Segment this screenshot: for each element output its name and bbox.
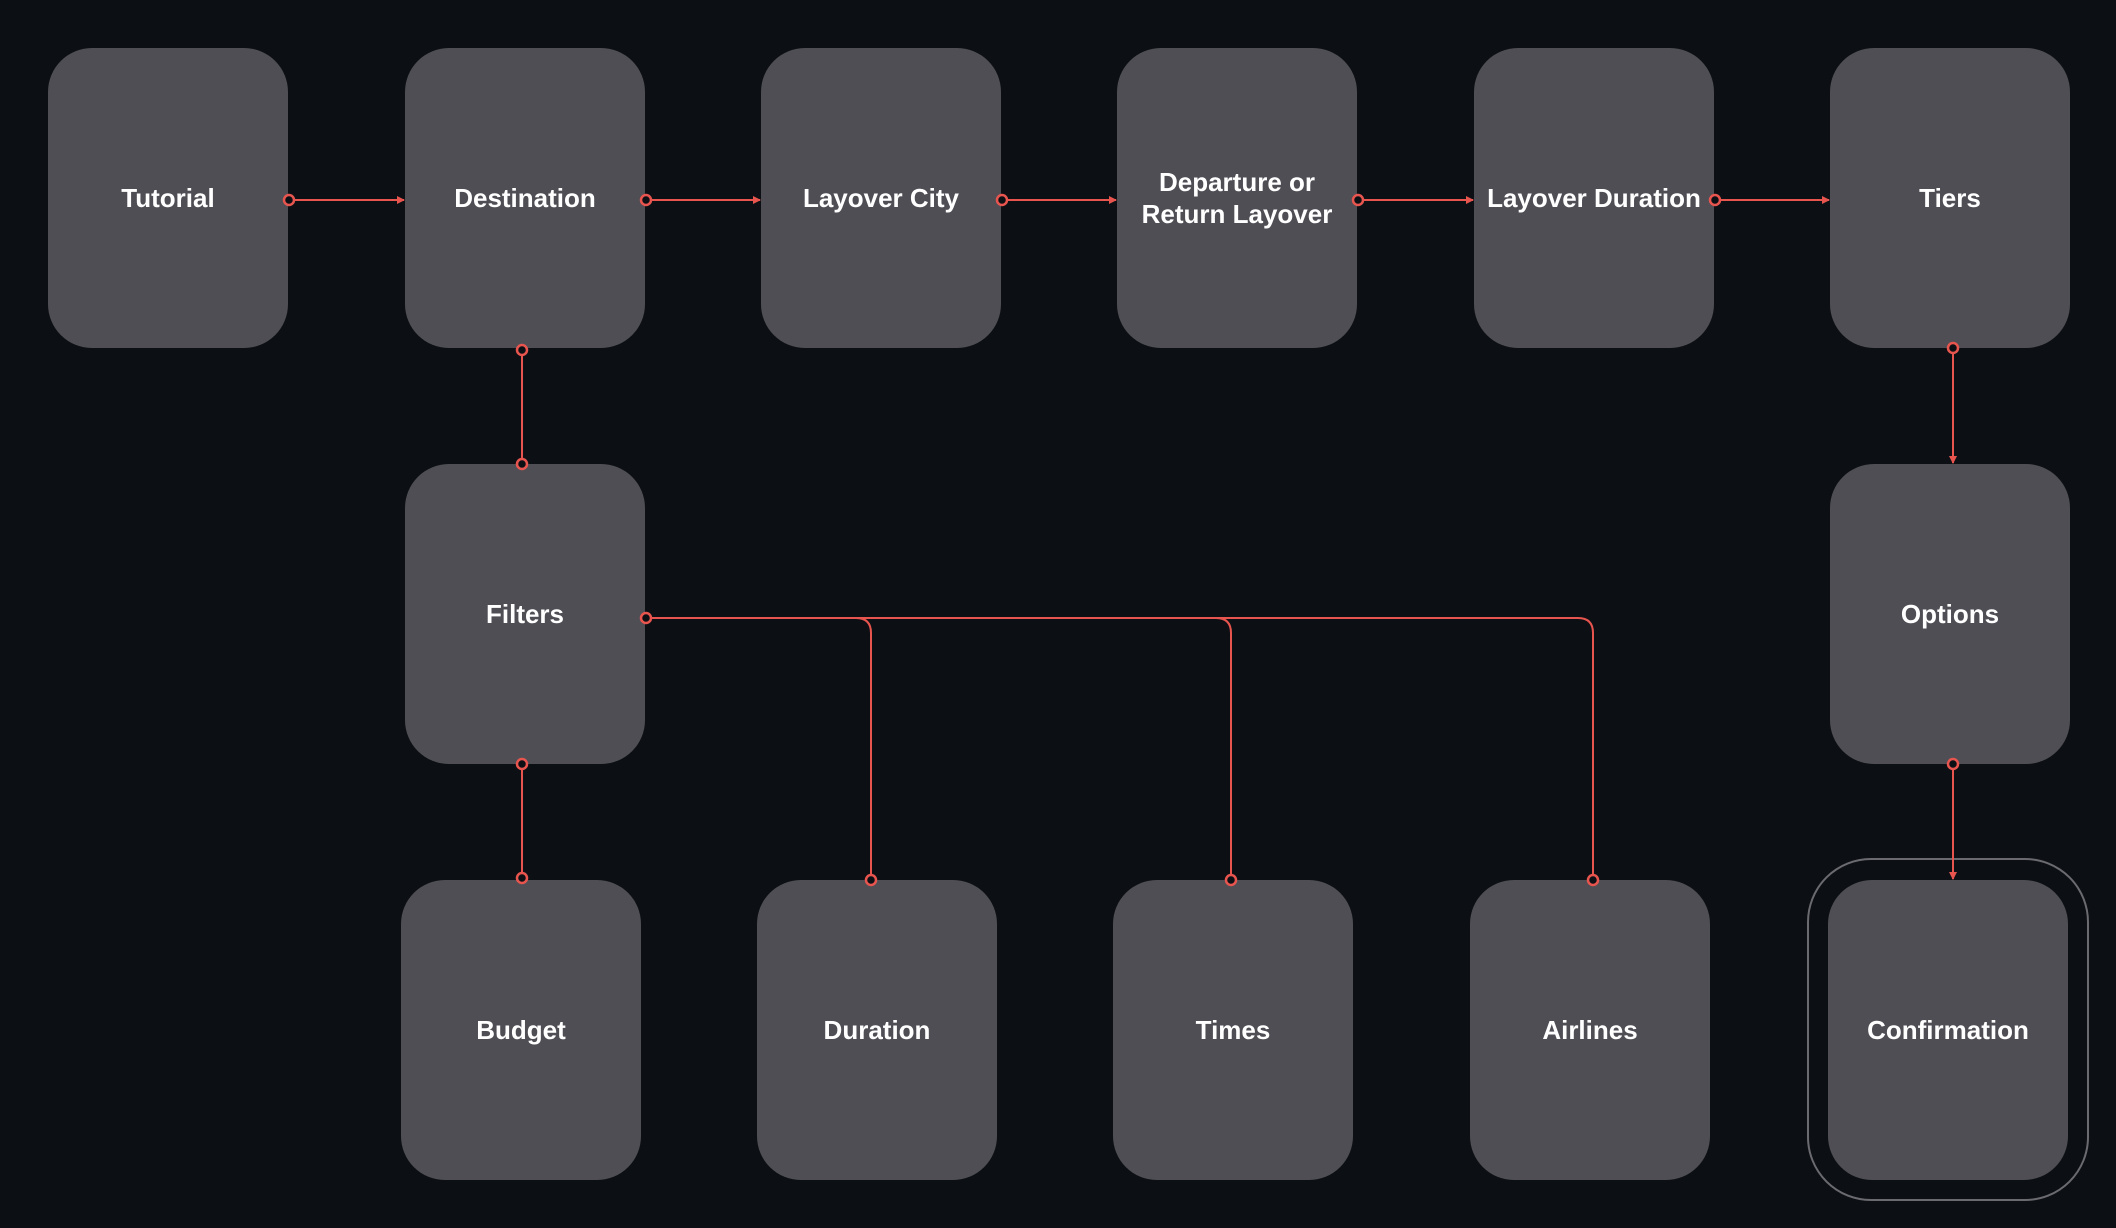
port-icon [1351, 193, 1365, 207]
edge-filters-times [1215, 617, 1232, 875]
port-icon [515, 343, 529, 357]
port-icon [1586, 873, 1600, 887]
port-icon [995, 193, 1009, 207]
port-icon [515, 757, 529, 771]
edge-filters-airlines [651, 617, 1594, 875]
port-icon [639, 611, 653, 625]
edge-filters-duration [855, 617, 872, 875]
port-icon [515, 871, 529, 885]
port-icon [515, 457, 529, 471]
port-icon [639, 193, 653, 207]
port-icon [1946, 341, 1960, 355]
port-icon [1708, 193, 1722, 207]
connectors [282, 193, 1960, 887]
port-icon [1946, 757, 1960, 771]
port-icon [864, 873, 878, 887]
port-icon [1224, 873, 1238, 887]
port-icon [282, 193, 296, 207]
